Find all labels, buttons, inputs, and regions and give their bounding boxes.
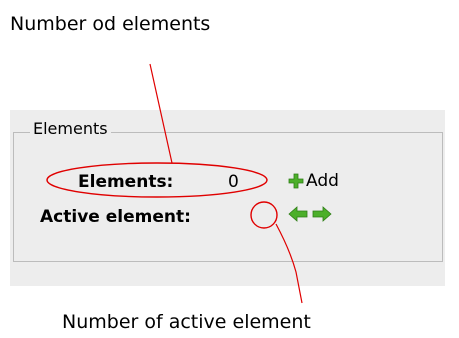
screenshot-stage: Number od elements Elements Elements: 0 … <box>0 0 459 338</box>
annotation-circle-active <box>250 201 278 229</box>
annotation-line-active <box>275 223 303 304</box>
annotation-number-of-active-element: Number of active element <box>62 311 311 333</box>
annotation-overlay <box>46 63 303 304</box>
annotation-ellipse-elements <box>46 162 268 198</box>
annotation-line-elements <box>149 63 173 164</box>
